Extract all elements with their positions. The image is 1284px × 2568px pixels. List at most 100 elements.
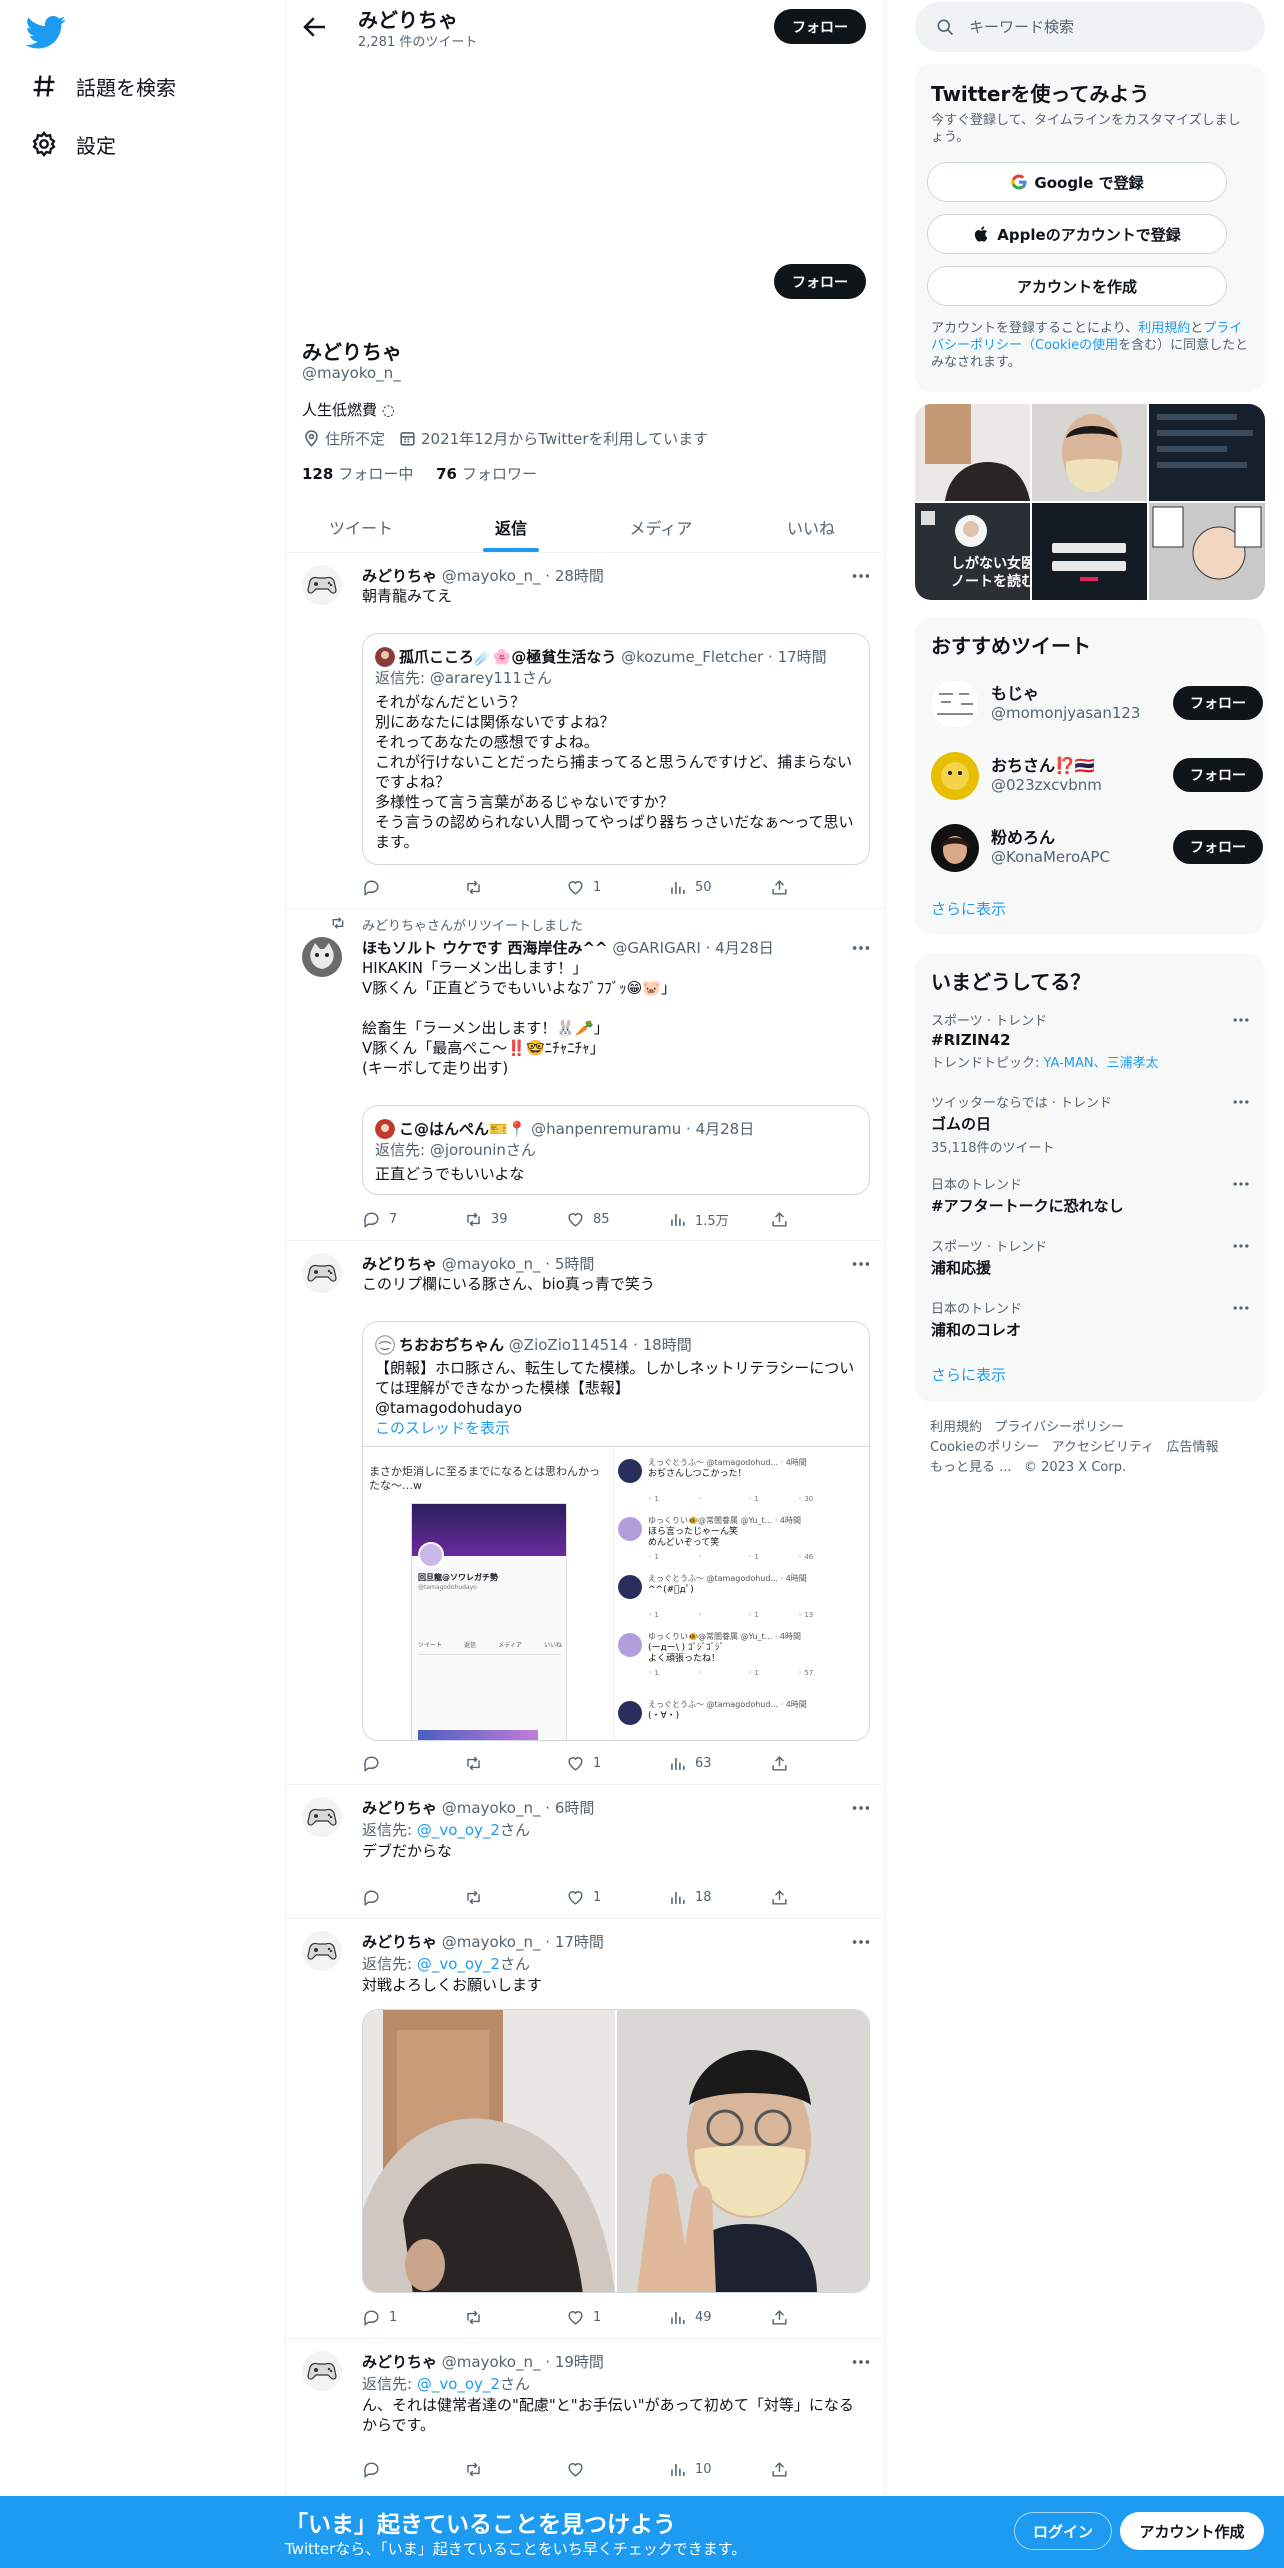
tweet[interactable]: みどりちゃ @mayoko_n_ · 19時間 返信先: @_vo_oy_2さん… (286, 2339, 886, 2499)
footer-link[interactable]: 広告情報 (1167, 1440, 1219, 1455)
tweet-author-name[interactable]: みどりちゃ (362, 1255, 437, 1273)
avatar[interactable] (302, 565, 342, 605)
tweet-author-handle[interactable]: @mayoko_n_ (442, 2353, 541, 2371)
avatar[interactable] (302, 937, 342, 977)
quoted-tweet[interactable]: こ@はんぺん🎫📍 @hanpenremuramu · 4月28日 返信先: @j… (362, 1105, 870, 1195)
reply-button[interactable] (362, 2459, 464, 2479)
more-icon[interactable] (1231, 1298, 1251, 1318)
quote-screenshot-image[interactable]: まさか炬消しに至るまでになるとは思わんかったな〜…w 回旦龍@ソワレガチ勢 @t… (363, 1446, 869, 1740)
nav-settings[interactable]: 設定 (30, 124, 116, 164)
tweet[interactable]: みどりちゃさんがリツイートしました ほもソルト ウケです 西海岸住み^^ @GA… (286, 909, 886, 1241)
tweet[interactable]: みどりちゃ @mayoko_n_ · 5時間 このリプ欄にいる豚さん、bio真っ… (286, 1241, 886, 1785)
share-button[interactable] (770, 877, 797, 897)
quoted-tweet[interactable]: ちおおぢちゃん @ZioZio114514 · 18時間 【朗報】ホロ豚さん、転… (362, 1321, 870, 1741)
tweet-author-name[interactable]: ほもソルト ウケです 西海岸住み^^ (362, 939, 608, 957)
more-icon[interactable] (1231, 1174, 1251, 1194)
reply-button[interactable]: 7 (362, 1209, 464, 1229)
quoted-tweet[interactable]: 孤爪こころ☄️🌸@極貧生活なう @kozume_Fletcher · 17時間 … (362, 633, 870, 865)
footer-more[interactable]: もっと見る ... (930, 1460, 1012, 1475)
terms-link[interactable]: 利用規約 (1138, 321, 1190, 336)
like-button[interactable]: 1 (566, 1753, 668, 1773)
recommended-user[interactable]: 粉めろん @KonaMeroAPC フォロー (931, 818, 1263, 878)
retweet-button[interactable] (464, 2459, 566, 2479)
tweet-author-name[interactable]: みどりちゃ (362, 2353, 437, 2371)
recommended-follow-button[interactable]: フォロー (1173, 830, 1263, 864)
views-button[interactable]: 18 (668, 1887, 770, 1907)
tab-tweets[interactable]: ツイート (286, 501, 436, 552)
share-button[interactable] (770, 1887, 797, 1907)
recommended-user[interactable]: おちさん⁉️🇹🇭 @023zxcvbnm フォロー (931, 746, 1263, 806)
views-button[interactable]: 10 (668, 2459, 770, 2479)
reply-to-link[interactable]: @_vo_oy_2 (417, 1821, 500, 1839)
trend-item[interactable]: 日本のトレンド 浦和のコレオ (931, 1298, 1251, 1340)
tweet[interactable]: みどりちゃ @mayoko_n_ · 28時間 朝青龍みてえ 孤爪こころ☄️🌸@… (286, 553, 886, 909)
tab-replies[interactable]: 返信 (436, 501, 586, 552)
recommended-follow-button[interactable]: フォロー (1173, 686, 1263, 720)
views-button[interactable]: 50 (668, 877, 770, 897)
footer-link[interactable]: アクセシビリティ (1052, 1440, 1155, 1455)
retweet-button[interactable] (464, 1753, 566, 1773)
views-button[interactable]: 49 (668, 2307, 770, 2327)
retweet-button[interactable] (464, 1887, 566, 1907)
share-button[interactable] (770, 1753, 797, 1773)
tweet-time[interactable]: · 19時間 (545, 2353, 604, 2371)
nav-explore[interactable]: 話題を検索 (30, 66, 176, 106)
apple-signup-button[interactable]: Appleのアカウントで登録 (927, 214, 1227, 254)
share-button[interactable] (770, 1209, 797, 1229)
like-button[interactable]: 1 (566, 1887, 668, 1907)
more-icon[interactable] (850, 937, 872, 959)
more-icon[interactable] (1231, 1092, 1251, 1112)
media-thumb[interactable] (1032, 503, 1147, 600)
tweet-time[interactable]: · 6時間 (545, 1799, 594, 1817)
trends-show-more[interactable]: さらに表示 (931, 1364, 1006, 1385)
tweet-author-handle[interactable]: @mayoko_n_ (442, 1255, 541, 1273)
banner-signup-button[interactable]: アカウント作成 (1120, 2512, 1264, 2550)
views-button[interactable]: 1.5万 (668, 1209, 770, 1229)
retweet-button[interactable] (464, 2307, 566, 2327)
reply-to-link[interactable]: @_vo_oy_2 (417, 1955, 500, 1973)
share-button[interactable] (770, 2307, 797, 2327)
media-thumb[interactable] (1032, 404, 1147, 501)
trend-item[interactable]: スポーツ · トレンド #RIZIN42 トレンドトピック: YA-MAN、三浦… (931, 1010, 1251, 1071)
tweet[interactable]: みどりちゃ @mayoko_n_ · 6時間 返信先: @_vo_oy_2さん … (286, 1785, 886, 1919)
back-arrow-icon[interactable] (300, 12, 330, 42)
footer-link[interactable]: Cookieのポリシー (930, 1440, 1039, 1455)
reply-button[interactable] (362, 1887, 464, 1907)
tweet-author-handle[interactable]: @mayoko_n_ (442, 1799, 541, 1817)
media-thumb[interactable] (915, 404, 1030, 501)
like-button[interactable]: 85 (566, 1209, 668, 1229)
views-button[interactable]: 63 (668, 1753, 770, 1773)
more-icon[interactable] (850, 2351, 872, 2373)
tweet-author-name[interactable]: みどりちゃ (362, 567, 437, 585)
more-icon[interactable] (850, 1797, 872, 1819)
reply-button[interactable]: 1 (362, 2307, 464, 2327)
footer-link[interactable]: 利用規約 (930, 1420, 982, 1435)
footer-link[interactable]: プライバシーポリシー (994, 1420, 1124, 1435)
avatar[interactable] (302, 1253, 342, 1293)
google-signup-button[interactable]: Google で登録 (927, 162, 1227, 202)
more-icon[interactable] (850, 1931, 872, 1953)
recommended-show-more[interactable]: さらに表示 (931, 898, 1006, 919)
tweet-author-name[interactable]: みどりちゃ (362, 1933, 437, 1951)
photo-hair-back-image[interactable] (363, 2010, 615, 2293)
banner-login-button[interactable]: ログイン (1014, 2512, 1112, 2550)
recommended-follow-button[interactable]: フォロー (1173, 758, 1263, 792)
avatar[interactable] (302, 2351, 342, 2391)
tweet-time[interactable]: · 5時間 (545, 1255, 594, 1273)
retweeted-by[interactable]: みどりちゃさんがリツイートしました (362, 915, 583, 934)
reply-button[interactable] (362, 1753, 464, 1773)
avatar[interactable] (302, 1931, 342, 1971)
show-thread-link[interactable]: このスレッドを表示 (375, 1418, 859, 1438)
trend-item[interactable]: ツイッターならでは · トレンド ゴムの日 35,118件のツイート (931, 1092, 1251, 1156)
followers-link[interactable]: 76 フォロワー (436, 465, 537, 483)
tweet-author-name[interactable]: みどりちゃ (362, 1799, 437, 1817)
following-link[interactable]: 128 フォロー中 (302, 465, 413, 483)
more-icon[interactable] (1231, 1010, 1251, 1030)
tab-likes[interactable]: いいね (736, 501, 886, 552)
retweet-button[interactable]: 39 (464, 1209, 566, 1229)
tweet-time[interactable]: · 17時間 (545, 1933, 604, 1951)
media-thumb[interactable]: しがない女医 ノートを読む (915, 503, 1030, 600)
tab-media[interactable]: メディア (586, 501, 736, 552)
tweet-time[interactable]: · 4月28日 (706, 939, 774, 957)
search-input[interactable] (969, 18, 1239, 36)
